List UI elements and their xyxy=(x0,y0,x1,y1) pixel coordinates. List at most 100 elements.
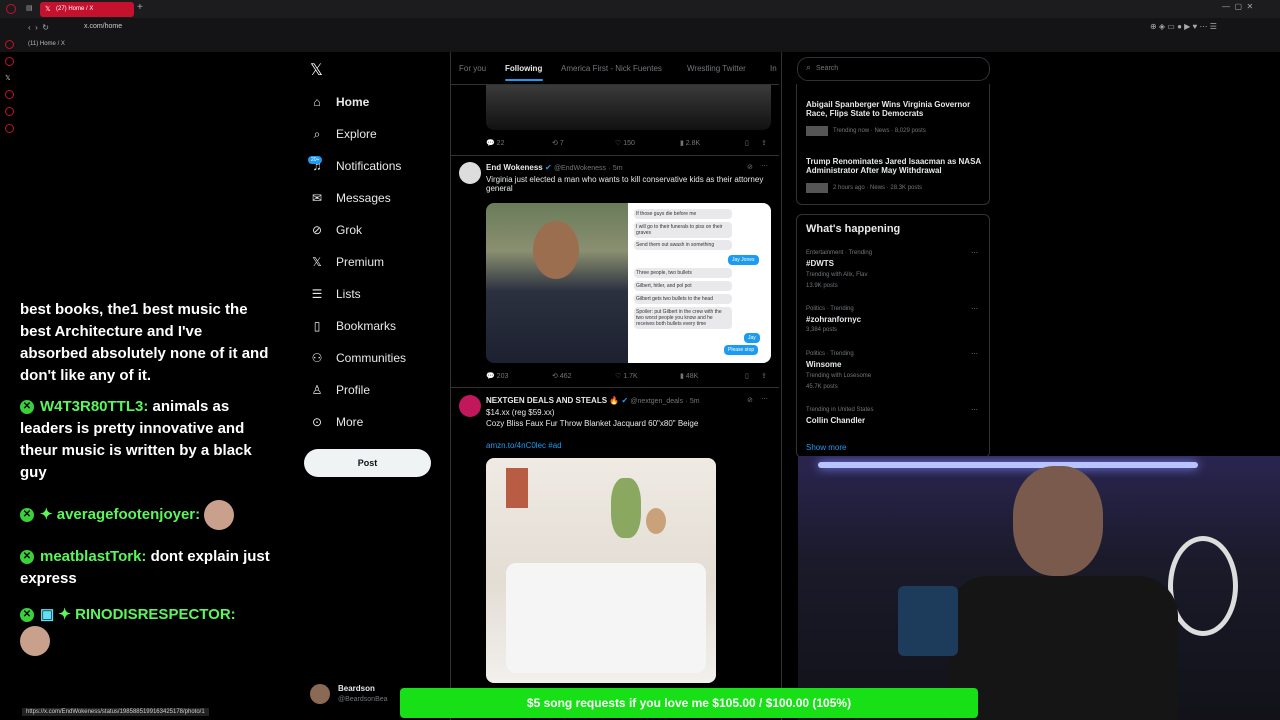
view-count[interactable]: ▮ 48K xyxy=(680,372,698,380)
like-count[interactable]: ♡ 150 xyxy=(615,139,635,147)
view-count[interactable]: ▮ 2.8K xyxy=(680,139,700,147)
browser-extensions[interactable]: ⊕ ◈ ▭ ● ▶ ♥ ⋯ ☰ xyxy=(1150,22,1217,31)
browser-logo-icon xyxy=(6,4,16,14)
sidebar-icon[interactable] xyxy=(5,124,14,133)
sidebar-icon[interactable] xyxy=(5,40,14,49)
tweet-image[interactable] xyxy=(486,458,716,683)
nav-communities[interactable]: ⚇ Communities xyxy=(310,351,406,365)
news-title[interactable]: Abigail Spanberger Wins Virginia Governo… xyxy=(806,100,982,118)
repost-count[interactable]: ⟲ 7 xyxy=(552,139,564,147)
search-input[interactable]: Search xyxy=(816,65,838,72)
trend-name[interactable]: Winsome xyxy=(806,360,842,369)
trend-name[interactable]: Collin Chandler xyxy=(806,416,865,425)
nav-label: More xyxy=(336,415,364,429)
window-controls[interactable]: — ▢ ✕ xyxy=(1222,2,1253,11)
nav-lists[interactable]: ☰ Lists xyxy=(310,287,361,301)
share-icon[interactable]: ⇪ xyxy=(761,139,767,147)
count: 22 xyxy=(496,140,505,147)
share-icon[interactable]: ⇪ xyxy=(761,372,767,380)
author-handle[interactable]: @EndWokeness xyxy=(554,165,606,172)
grok-icon[interactable]: ⊘ xyxy=(747,396,753,404)
chat-bubble: Jay xyxy=(744,333,760,343)
nav-more[interactable]: ⊙ More xyxy=(310,415,363,429)
tweet-image[interactable]: If those guys die before me I will go to… xyxy=(486,203,771,363)
new-tab-button[interactable]: + xyxy=(137,2,143,13)
x-logo-icon[interactable]: 𝕏 xyxy=(310,60,323,80)
nav-premium[interactable]: 𝕏 Premium xyxy=(310,255,384,269)
tweet-time[interactable]: 5m xyxy=(613,165,623,172)
x-badge-icon: ✕ xyxy=(20,508,34,522)
more-icon[interactable]: ⋯ xyxy=(761,162,768,170)
tweet-time[interactable]: 5m xyxy=(690,398,700,405)
x-premium-icon: 𝕏 xyxy=(312,255,322,269)
nav-home[interactable]: ⌂ Home xyxy=(310,95,369,109)
x-badge-icon: ✕ xyxy=(20,550,34,565)
sidebar-x-icon[interactable]: 𝕏 xyxy=(5,74,17,82)
chat-username: meatblastTork: xyxy=(40,548,147,565)
url-field[interactable]: x.com/home xyxy=(84,23,122,30)
news-meta: Trending now · News · 8,029 posts xyxy=(833,128,926,134)
avatars xyxy=(806,126,828,136)
tab-for-you[interactable]: For you xyxy=(459,64,486,73)
avatar[interactable] xyxy=(459,395,481,417)
x-badge-icon: ✕ xyxy=(20,608,34,623)
sparkle-icon: ✦ xyxy=(40,505,57,523)
more-icon[interactable]: ⋯ xyxy=(971,249,978,257)
more-icon[interactable]: ⋯ xyxy=(971,305,978,313)
repost-count[interactable]: ⟲ 462 xyxy=(552,372,572,380)
reply-count[interactable]: 💬 22 xyxy=(486,139,504,147)
author-name[interactable]: NEXTGEN DEALS AND STEALS xyxy=(486,396,607,405)
tweet-image[interactable] xyxy=(486,85,771,130)
more-icon[interactable]: ⋯ xyxy=(971,406,978,414)
trend-name[interactable]: #DWTS xyxy=(806,259,834,268)
grok-icon[interactable]: ⊘ xyxy=(747,163,753,171)
nav-buttons[interactable]: ‹ › ↻ xyxy=(28,23,49,32)
tab-list[interactable]: America First - Nick Fuentes xyxy=(561,64,662,73)
more-icon[interactable]: ⋯ xyxy=(971,350,978,358)
count: 2.8K xyxy=(685,140,701,147)
nav-bookmarks[interactable]: ▯ Bookmarks xyxy=(310,319,396,333)
bookmark-icon[interactable]: ▯ xyxy=(745,139,749,147)
home-icon: ⌂ xyxy=(313,95,321,109)
more-icon[interactable]: ⋯ xyxy=(761,395,768,403)
nav-explore[interactable]: ⌕ Explore xyxy=(310,127,377,142)
tab-menu-icon[interactable]: ▤ xyxy=(26,4,33,12)
search-icon: ⌕ xyxy=(313,127,321,141)
news-title[interactable]: Trump Renominates Jared Isaacman as NASA… xyxy=(806,157,982,175)
tab-following[interactable]: Following xyxy=(505,64,542,73)
author-name[interactable]: End Wokeness xyxy=(486,163,543,172)
tweet-text: Cozy Bliss Faux Fur Throw Blanket Jacqua… xyxy=(486,419,699,428)
chat-bubble: Jay Jones xyxy=(728,255,759,265)
trend-name[interactable]: #zohranfornyc xyxy=(806,315,861,324)
search-box[interactable]: ⌕ Search xyxy=(797,57,990,81)
tab-list[interactable]: In xyxy=(770,64,777,73)
reply-count[interactable]: 💬 203 xyxy=(486,372,508,380)
show-more-link[interactable]: Show more xyxy=(806,443,846,452)
avatar[interactable] xyxy=(310,684,330,704)
avatar[interactable] xyxy=(459,162,481,184)
tab-active[interactable]: 𝕏 (27) Home / X xyxy=(40,2,134,17)
notification-badge: 20+ xyxy=(308,156,323,164)
person-head xyxy=(1013,466,1103,576)
bookmark-icon[interactable]: ▯ xyxy=(745,372,749,380)
trend-posts: 45.7K posts xyxy=(806,384,838,390)
separator: · xyxy=(608,165,611,172)
sidebar-icon[interactable] xyxy=(5,107,14,116)
post-button[interactable]: Post xyxy=(304,449,431,477)
tab-list[interactable]: Wrestling Twitter xyxy=(687,64,746,73)
account-name[interactable]: Beardson xyxy=(338,684,375,693)
author-handle[interactable]: @nextgen_deals xyxy=(630,398,683,405)
count: 7 xyxy=(559,140,564,147)
nav-messages[interactable]: ✉ Messages xyxy=(310,191,391,205)
sidebar-icon[interactable] xyxy=(5,57,14,66)
chat-message: ✕ W4T3R80TTL3: animals as leaders is pret… xyxy=(20,396,270,484)
nav-notifications[interactable]: ♫ Notifications xyxy=(310,159,402,173)
nav-profile[interactable]: ♙ Profile xyxy=(310,383,370,397)
led-strip xyxy=(818,462,1198,468)
nav-grok[interactable]: ⊘ Grok xyxy=(310,223,362,237)
like-count[interactable]: ♡ 1.7K xyxy=(615,372,638,380)
sidebar-icon[interactable] xyxy=(5,90,14,99)
tweet-link[interactable]: amzn.to/4nC0lec #ad xyxy=(486,441,562,450)
bookmark-item[interactable]: (11) Home / X xyxy=(28,41,65,47)
chat-bubble: Gilbert gets two bullets to the head xyxy=(634,294,732,304)
